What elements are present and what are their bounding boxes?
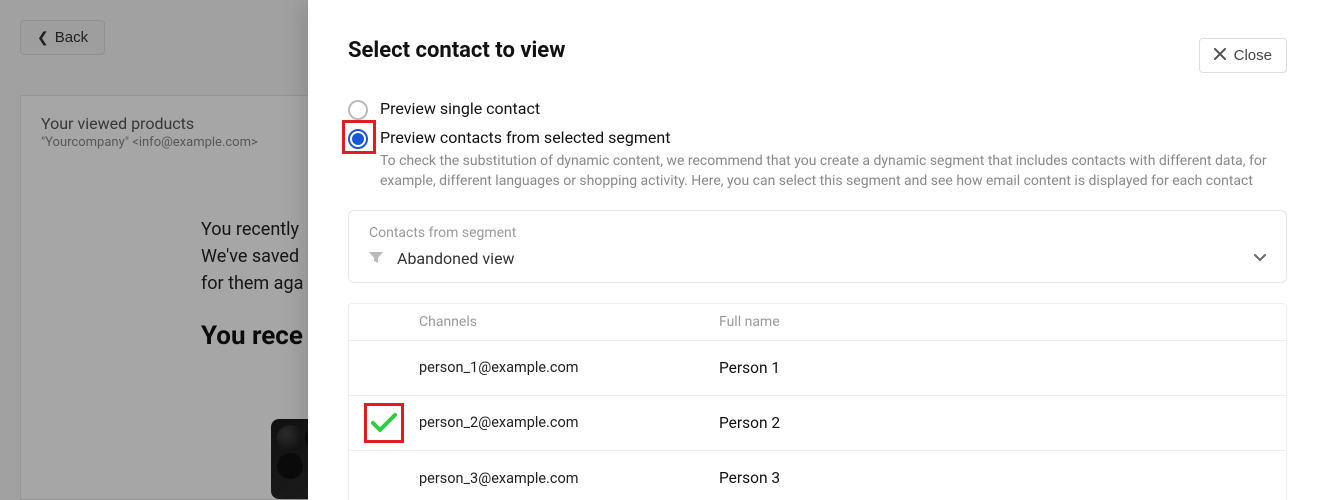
contacts-table: Channels Full name person_1@example.com … (348, 303, 1287, 500)
radio-help-text: To check the substitution of dynamic con… (380, 151, 1287, 192)
close-button[interactable]: Close (1199, 38, 1287, 73)
chevron-down-icon (1254, 251, 1266, 266)
row-email: person_1@example.com (419, 359, 719, 376)
preview-mode-radio-group: Preview single contact Preview contacts … (348, 95, 1287, 196)
row-email: person_2@example.com (419, 414, 719, 431)
radio-label: Preview single contact (380, 99, 540, 118)
row-fullname: Person 2 (719, 414, 1286, 432)
table-row[interactable]: person_2@example.com Person 2 (349, 396, 1286, 451)
row-email: person_3@example.com (419, 470, 719, 487)
funnel-icon (369, 252, 383, 264)
row-fullname: Person 1 (719, 359, 1286, 377)
segment-selector[interactable]: Contacts from segment Abandoned view (348, 210, 1287, 283)
radio-icon (348, 129, 368, 149)
table-row[interactable]: person_1@example.com Person 1 (349, 341, 1286, 396)
radio-preview-segment[interactable]: Preview contacts from selected segment T… (348, 124, 1287, 196)
segment-caption: Contacts from segment (369, 225, 1266, 241)
highlight-box (364, 403, 404, 443)
column-header-fullname: Full name (719, 314, 1286, 330)
segment-selected-value: Abandoned view (397, 249, 1240, 268)
column-header-channels: Channels (419, 314, 719, 330)
radio-icon (348, 100, 368, 120)
radio-label: Preview contacts from selected segment (380, 128, 670, 147)
close-button-label: Close (1234, 47, 1272, 64)
select-contact-modal: Select contact to view Close Preview sin… (308, 0, 1327, 500)
row-check-cell (349, 412, 419, 434)
radio-preview-single[interactable]: Preview single contact (348, 95, 1287, 124)
table-row[interactable]: person_3@example.com Person 3 (349, 451, 1286, 500)
row-fullname: Person 3 (719, 469, 1286, 487)
table-header: Channels Full name (349, 304, 1286, 341)
modal-title: Select contact to view (348, 38, 565, 63)
close-icon (1214, 47, 1226, 64)
